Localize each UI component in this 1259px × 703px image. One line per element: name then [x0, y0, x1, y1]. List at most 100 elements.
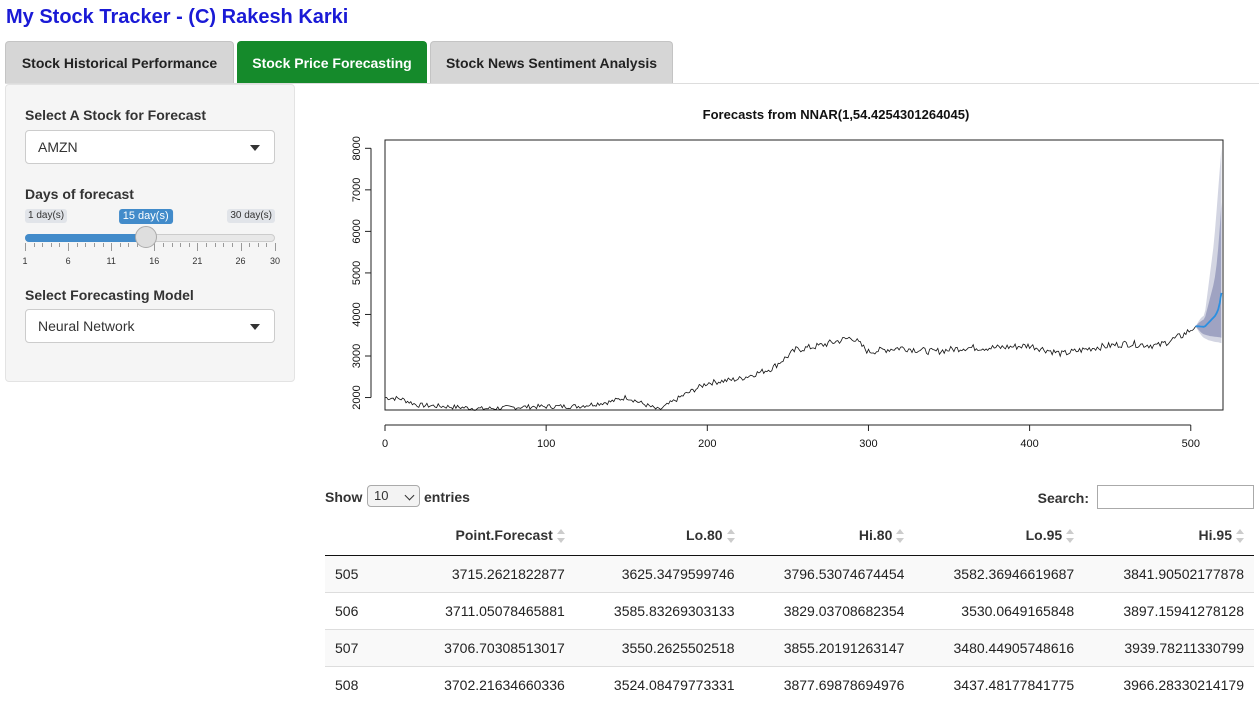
table-cell: 3715.2621822877 [405, 556, 575, 593]
tab-price-forecasting[interactable]: Stock Price Forecasting [237, 41, 427, 83]
table-row[interactable]: 505 3715.2621822877 3625.3479599746 3796… [325, 556, 1254, 593]
column-header-lo80[interactable]: Lo.80 [575, 515, 745, 556]
model-select[interactable]: Neural Network [25, 309, 275, 343]
y-tick-label: 5000 [351, 261, 363, 285]
table-cell: 3855.20191263147 [745, 630, 915, 667]
slider-tick [249, 243, 250, 247]
table-cell: 3530.0649165848 [914, 593, 1084, 630]
table-cell: 3939.78211330799 [1084, 630, 1254, 667]
slider-tick [206, 243, 207, 247]
chevron-down-icon [405, 491, 415, 501]
column-header-hi95[interactable]: Hi.95 [1084, 515, 1254, 556]
stock-select[interactable]: AMZN [25, 130, 275, 164]
table-controls: Show 10 entries Search: [325, 484, 1254, 514]
slider-tick [51, 243, 52, 247]
x-tick-label: 200 [698, 438, 716, 450]
history-series-line [385, 326, 1196, 410]
table-row[interactable]: 507 3706.70308513017 3550.2625502518 385… [325, 630, 1254, 667]
table-cell: 3585.83269303133 [575, 593, 745, 630]
slider-tick [25, 243, 26, 251]
sort-icon [727, 529, 735, 543]
x-tick-label: 500 [1182, 438, 1200, 450]
x-tick-label: 300 [859, 438, 877, 450]
table-row[interactable]: 506 3711.05078465881 3585.83269303133 38… [325, 593, 1254, 630]
search-input[interactable] [1097, 485, 1254, 509]
forecast-chart: Forecasts from NNAR(1,54.4254301264045) 0… [325, 88, 1254, 484]
slider-tick [275, 243, 276, 251]
y-tick-label: 8000 [351, 136, 363, 160]
table-cell: 3524.08479773331 [575, 667, 745, 703]
days-slider-label: Days of forecast [25, 186, 134, 202]
y-tick-label: 7000 [351, 178, 363, 202]
plot-frame [385, 140, 1223, 410]
sort-icon [896, 529, 904, 543]
model-select-label: Select Forecasting Model [25, 287, 194, 303]
slider-tick [172, 243, 173, 247]
chevron-down-icon [250, 145, 260, 151]
tab-historical-performance[interactable]: Stock Historical Performance [5, 41, 234, 83]
slider-min-label: 1 day(s) [25, 209, 67, 223]
slider-tick [128, 243, 129, 247]
table-cell: 505 [325, 556, 405, 593]
slider-tick [154, 243, 155, 251]
column-header-hi80[interactable]: Hi.80 [745, 515, 915, 556]
table-cell: 3706.70308513017 [405, 630, 575, 667]
y-tick-label: 2000 [351, 385, 363, 409]
table-cell: 3437.48177841775 [914, 667, 1084, 703]
slider-tick [111, 243, 112, 251]
slider-tick [68, 243, 69, 251]
table-cell: 506 [325, 593, 405, 630]
table-cell: 3582.36946619687 [914, 556, 1084, 593]
slider-tick [197, 243, 198, 251]
table-cell: 3625.3479599746 [575, 556, 745, 593]
app-title: My Stock Tracker - (C) Rakesh Karki [6, 4, 348, 30]
slider-tick [180, 243, 181, 247]
tab-news-sentiment[interactable]: Stock News Sentiment Analysis [430, 41, 673, 83]
slider-handle[interactable] [135, 226, 157, 248]
table-cell: 3702.21634660336 [405, 667, 575, 703]
table-row[interactable]: 508 3702.21634660336 3524.08479773331 38… [325, 667, 1254, 703]
page-length-select[interactable]: 10 [367, 485, 420, 507]
table-cell: 3841.90502177878 [1084, 556, 1254, 593]
slider-tick [232, 243, 233, 247]
x-tick-label: 0 [382, 438, 388, 450]
slider-tick-label: 6 [66, 256, 71, 266]
table-cell: 3796.53074674454 [745, 556, 915, 593]
slider-tick [85, 243, 86, 247]
slider-tick-label: 11 [107, 256, 116, 266]
slider-fill [25, 234, 146, 242]
sort-icon [1066, 529, 1074, 543]
slider-tick [189, 243, 190, 247]
slider-tick-label: 26 [236, 256, 246, 266]
y-tick-label: 3000 [351, 344, 363, 368]
chart-title: Forecasts from NNAR(1,54.4254301264045) [703, 107, 970, 122]
chevron-down-icon [250, 324, 260, 330]
table-cell: 3550.2625502518 [575, 630, 745, 667]
search-label: Search: [1038, 490, 1089, 506]
days-slider[interactable]: 1 day(s) 30 day(s) 15 day(s) 16111621263… [25, 209, 275, 269]
slider-tick [59, 243, 60, 247]
column-header-point-forecast[interactable]: Point.Forecast [405, 515, 575, 556]
show-label: Show [325, 489, 362, 505]
column-header-index[interactable] [325, 515, 405, 556]
forecast-table: Point.Forecast Lo.80 Hi.80 Lo.95 Hi.95 5… [325, 515, 1254, 703]
tab-bar: Stock Historical Performance Stock Price… [5, 41, 1259, 83]
entries-label: entries [424, 489, 470, 505]
slider-tick [266, 243, 267, 247]
column-header-lo95[interactable]: Lo.95 [914, 515, 1084, 556]
slider-tick [241, 243, 242, 251]
slider-value-label: 15 day(s) [119, 209, 173, 224]
table-cell: 3877.69878694976 [745, 667, 915, 703]
slider-max-label: 30 day(s) [227, 209, 275, 223]
y-tick-label: 4000 [351, 302, 363, 326]
y-tick-label: 6000 [351, 219, 363, 243]
x-tick-label: 100 [537, 438, 555, 450]
slider-tick [120, 243, 121, 247]
slider-tick [163, 243, 164, 247]
x-tick-label: 400 [1020, 438, 1038, 450]
sort-icon [557, 529, 565, 543]
forecast-plot: Forecasts from NNAR(1,54.4254301264045) 0… [325, 88, 1254, 484]
model-select-value: Neural Network [38, 318, 134, 334]
slider-tick [94, 243, 95, 247]
slider-tick-label: 16 [149, 256, 159, 266]
